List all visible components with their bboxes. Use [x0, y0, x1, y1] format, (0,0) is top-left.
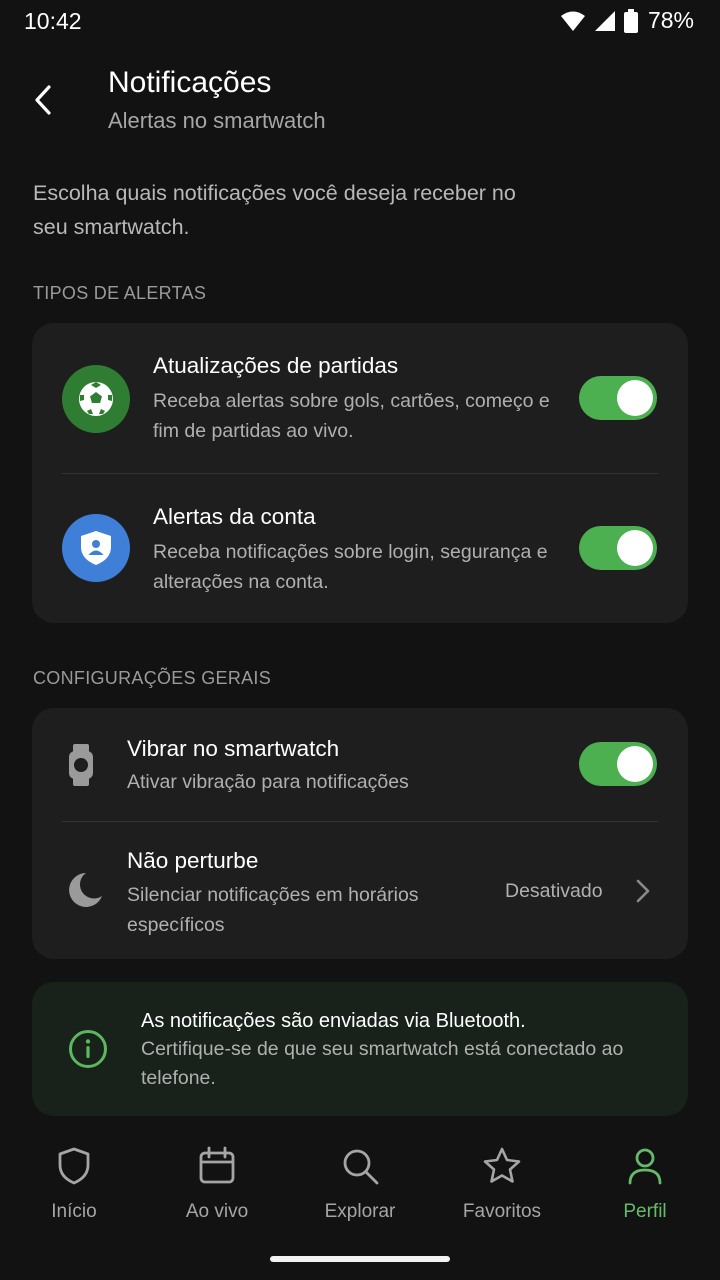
moon-icon — [69, 873, 102, 907]
row-title: Vibrar no smartwatch — [127, 736, 340, 761]
nav-item-favoritos[interactable]: Favoritos — [430, 1140, 574, 1240]
intro-text: Escolha quais notificações você deseja r… — [33, 181, 516, 239]
page-subtitle: Alertas no smartwatch — [108, 108, 326, 133]
header: Notificações Alertas no smartwatch — [0, 60, 720, 150]
nav-item-explorar[interactable]: Explorar — [288, 1140, 432, 1240]
nav-label: Explorar — [324, 1201, 396, 1222]
arrow-back-icon — [35, 85, 51, 115]
match-updates-toggle[interactable] — [579, 376, 657, 420]
row-description: Receba notificações sobre login, seguran… — [153, 541, 548, 593]
section-label-general: CONFIGURAÇÕES GERAIS — [33, 668, 272, 688]
row-description: Silenciar notificações em horários espec… — [127, 884, 419, 936]
do-not-disturb-value: Desativado — [505, 880, 603, 902]
battery-icon — [623, 8, 638, 33]
row-title: Alertas da conta — [153, 504, 316, 529]
row-description: Receba alertas sobre gols, cartões, come… — [153, 390, 550, 442]
wifi-icon — [560, 11, 585, 31]
star-icon — [483, 1147, 521, 1183]
info-icon — [69, 1030, 107, 1068]
row-title: Atualizações de partidas — [153, 353, 399, 378]
back-button[interactable] — [22, 78, 66, 122]
setting-row-do-not-disturb[interactable]: Não perturbe Silenciar notificações em h… — [32, 821, 688, 959]
setting-row-match-updates[interactable]: Atualizações de partidas Receba alertas … — [32, 323, 688, 473]
person-icon — [628, 1148, 662, 1185]
watch-icon — [69, 744, 93, 786]
battery-percent: 78% — [647, 7, 694, 33]
status-bar: 10:42 78% — [0, 0, 720, 44]
signal-icon — [594, 10, 615, 31]
bottom-navigation: Início Ao vivo Explorar Favoritos Perfil — [0, 1140, 720, 1240]
info-title: As notificações são enviadas via Bluetoo… — [141, 1010, 526, 1032]
toggle-knob — [617, 746, 653, 782]
shield-user-icon — [62, 514, 130, 582]
nav-label: Favoritos — [462, 1201, 542, 1222]
row-title: Não perturbe — [127, 848, 259, 873]
status-time: 10:42 — [24, 8, 82, 34]
toggle-knob — [617, 380, 653, 416]
bluetooth-info-card: As notificações são enviadas via Bluetoo… — [32, 982, 688, 1116]
section-label-alert-types: TIPOS DE ALERTAS — [33, 283, 207, 303]
info-description: Certifique-se de que seu smartwatch está… — [141, 1038, 624, 1089]
nav-item-ao-vivo[interactable]: Ao vivo — [145, 1140, 289, 1240]
setting-row-vibrate[interactable]: Vibrar no smartwatch Ativar vibração par… — [32, 708, 688, 821]
general-settings-card: Vibrar no smartwatch Ativar vibração par… — [32, 708, 688, 959]
account-alerts-toggle[interactable] — [579, 526, 657, 570]
nav-label: Ao vivo — [185, 1201, 249, 1222]
page-title: Notificações — [108, 66, 272, 99]
nav-label: Perfil — [623, 1201, 667, 1222]
calendar-icon — [199, 1146, 235, 1184]
toggle-knob — [617, 530, 653, 566]
status-icons: 78% — [560, 7, 694, 34]
chevron-right-icon — [636, 879, 650, 903]
vibrate-toggle[interactable] — [579, 742, 657, 786]
shield-icon — [58, 1147, 90, 1185]
setting-row-account-alerts[interactable]: Alertas da conta Receba notificações sob… — [32, 473, 688, 623]
nav-item-perfil[interactable]: Perfil — [573, 1140, 717, 1240]
nav-label: Início — [51, 1201, 97, 1222]
soccer-ball-icon — [62, 365, 130, 433]
search-icon — [343, 1149, 379, 1185]
home-indicator[interactable] — [270, 1256, 450, 1262]
nav-item-inicio[interactable]: Início — [2, 1140, 146, 1240]
row-description: Ativar vibração para notificações — [127, 771, 409, 793]
alert-types-card: Atualizações de partidas Receba alertas … — [32, 323, 688, 623]
